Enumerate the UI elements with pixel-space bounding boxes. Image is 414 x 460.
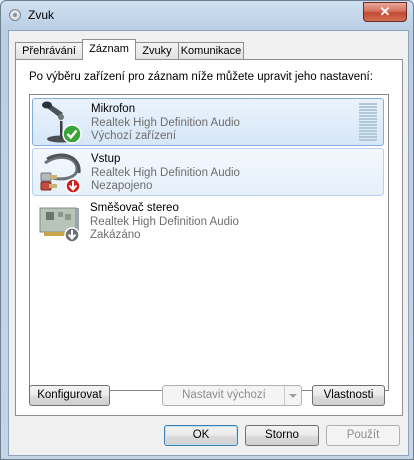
device-status: Výchozí zařízení [91,130,177,142]
rca-cable-icon [40,153,81,194]
sound-card-icon [39,207,80,243]
device-status: Nezapojeno [91,180,153,192]
set-default-button[interactable]: Nastavit výchozí [162,385,302,406]
configure-button[interactable]: Konfigurovat [29,385,110,406]
set-default-label: Nastavit výchozí [182,389,266,401]
instruction-text: Po výběru zařízení pro záznam níže můžet… [29,71,373,83]
device-driver: Realtek High Definition Audio [90,216,239,228]
disabled-badge [64,227,80,243]
chevron-down-icon[interactable] [284,386,301,405]
properties-button[interactable]: Vlastnosti [312,385,385,406]
device-name: Směšovač stereo [90,202,179,214]
device-status: Zakázáno [90,229,141,241]
device-item-line-in[interactable]: Vstup Realtek High Definition Audio Neza… [32,148,384,196]
device-name: Mikrofon [91,103,136,115]
ok-button[interactable]: OK [164,425,238,446]
speaker-gear-icon [9,9,21,21]
recording-panel: Po výběru zařízení pro záznam níže můžet… [15,59,403,416]
microphone-icon [42,101,82,144]
device-item-microphone[interactable]: Mikrofon Realtek High Definition Audio V… [32,98,384,146]
sound-dialog-window: Zvuk ✕ Přehrávání Záznam Zvuky Komunikac… [0,0,414,460]
unplugged-badge [65,178,81,194]
cancel-button[interactable]: Storno [245,425,319,446]
tab-recording[interactable]: Záznam [82,39,136,60]
device-item-stereo-mix[interactable]: Směšovač stereo Realtek High Definition … [32,198,384,246]
device-driver: Realtek High Definition Audio [91,117,240,129]
apply-button[interactable]: Použít [326,425,400,446]
tab-communications[interactable]: Komunikace [178,42,244,59]
tab-playback[interactable]: Přehrávání [15,42,83,59]
title-bar[interactable]: Zvuk ✕ [1,1,413,29]
default-check-badge [62,124,82,144]
level-meter [359,103,377,143]
tab-sounds[interactable]: Zvuky [135,42,179,59]
device-driver: Realtek High Definition Audio [91,167,240,179]
device-list[interactable]: Mikrofon Realtek High Definition Audio V… [29,94,389,391]
window-title: Zvuk [28,8,55,22]
close-button[interactable]: ✕ [363,2,407,22]
dialog-client: Přehrávání Záznam Zvuky Komunikace Po vý… [8,30,409,456]
device-name: Vstup [91,153,121,165]
